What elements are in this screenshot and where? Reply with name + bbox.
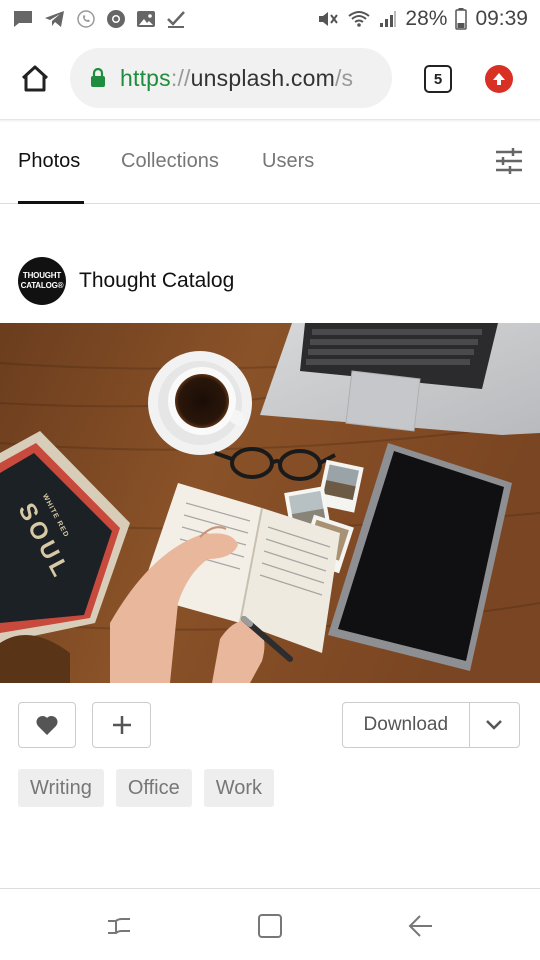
arrow-up-icon — [493, 73, 505, 85]
whatsapp-icon — [76, 9, 96, 29]
address-bar[interactable]: https://unsplash.com/s — [70, 48, 392, 108]
mute-icon — [317, 9, 339, 29]
wifi-icon — [347, 9, 371, 29]
tag-writing[interactable]: Writing — [18, 769, 104, 807]
chevron-down-icon — [486, 720, 503, 730]
lock-icon — [90, 68, 106, 88]
download-options-button[interactable] — [470, 703, 519, 747]
tab-collections[interactable]: Collections — [121, 150, 219, 173]
tag-list: Writing Office Work — [18, 769, 275, 807]
download-button[interactable]: Download — [343, 703, 470, 747]
update-button[interactable] — [485, 65, 513, 93]
url-text: https://unsplash.com/s — [120, 65, 353, 92]
avatar-text-line1: THOUGHT — [22, 271, 62, 280]
active-tab-indicator — [18, 201, 84, 204]
battery-percent: 28% — [405, 7, 448, 30]
back-icon[interactable] — [406, 911, 436, 941]
chrome-icon — [106, 9, 126, 29]
download-group: Download — [342, 702, 520, 748]
url-scheme: https — [120, 64, 171, 91]
plus-icon — [112, 716, 131, 734]
telegram-icon — [44, 9, 66, 29]
tab-nav: Photos Collections Users — [0, 120, 540, 204]
clock: 09:39 — [475, 7, 528, 30]
avatar[interactable]: THOUGHT CATALOG® — [18, 257, 66, 305]
tag-work[interactable]: Work — [203, 769, 275, 807]
author-name[interactable]: Thought Catalog — [79, 269, 234, 293]
status-right-icons: 28% 09:39 — [317, 7, 528, 31]
photo-image[interactable]: SOUL WHITE RED — [0, 323, 540, 683]
sliders-icon — [496, 148, 522, 174]
home-nav-icon[interactable] — [255, 911, 285, 941]
url-separator: :// — [170, 64, 191, 91]
coffee-cup — [148, 351, 252, 455]
avatar-text-line2: CATALOG® — [20, 281, 64, 290]
tab-users[interactable]: Users — [262, 150, 314, 173]
like-button[interactable] — [18, 702, 76, 748]
battery-icon — [455, 8, 468, 30]
tab-switcher-button[interactable]: 5 — [424, 65, 452, 93]
check-icon — [166, 9, 186, 29]
home-icon — [21, 65, 49, 91]
system-navigation-bar — [0, 888, 540, 960]
photo-author[interactable]: THOUGHT CATALOG® Thought Catalog — [18, 257, 234, 305]
tag-office[interactable]: Office — [115, 769, 192, 807]
signal-icon — [379, 9, 397, 29]
browser-toolbar: https://unsplash.com/s 5 — [0, 38, 540, 120]
tab-photos[interactable]: Photos — [18, 150, 80, 173]
recent-apps-icon[interactable] — [104, 911, 134, 941]
home-button[interactable] — [0, 38, 70, 120]
heart-icon — [36, 715, 58, 735]
laptop — [260, 323, 540, 435]
status-bar: 28% 09:39 — [0, 0, 540, 38]
filter-button[interactable] — [494, 146, 524, 176]
url-host: unsplash.com — [190, 64, 335, 91]
url-path: /s — [334, 64, 354, 91]
image-icon — [136, 9, 156, 29]
add-to-collection-button[interactable] — [92, 702, 151, 748]
message-icon — [12, 9, 34, 29]
status-left-icons — [12, 9, 186, 29]
